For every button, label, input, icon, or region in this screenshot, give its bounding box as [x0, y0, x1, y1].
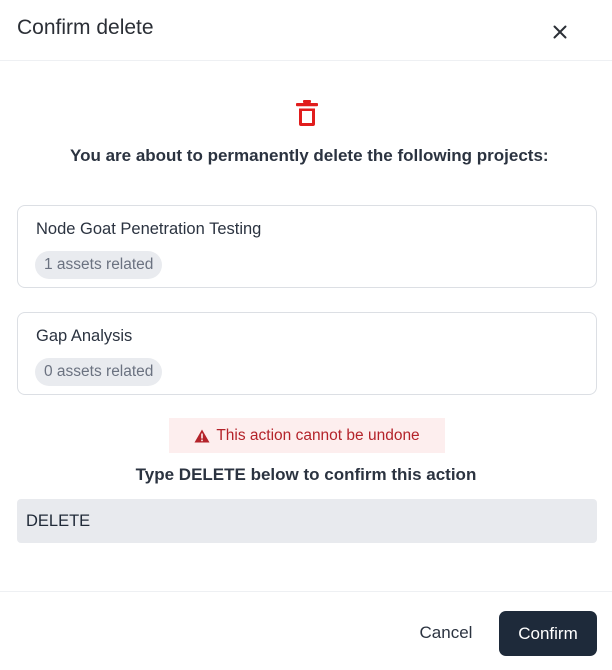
- project-card: Gap Analysis 0 assets related: [17, 312, 597, 395]
- trash-icon: [296, 100, 318, 126]
- dialog-header: Confirm delete: [0, 0, 612, 61]
- warning-text: This action cannot be undone: [216, 426, 420, 444]
- close-button[interactable]: [546, 18, 574, 46]
- cancel-button[interactable]: Cancel: [405, 611, 487, 655]
- assets-badge: 0 assets related: [35, 358, 163, 386]
- project-name: Node Goat Penetration Testing: [36, 220, 262, 238]
- project-name: Gap Analysis: [36, 327, 133, 345]
- close-icon: [553, 25, 567, 39]
- project-card: Node Goat Penetration Testing 1 assets r…: [17, 205, 597, 288]
- dialog-title: Confirm delete: [17, 16, 154, 39]
- confirm-delete-dialog: Confirm delete You are about to permanen…: [0, 0, 612, 670]
- warning-icon: [194, 429, 210, 442]
- undo-warning: This action cannot be undone: [169, 418, 445, 453]
- confirm-button[interactable]: Confirm: [499, 611, 597, 656]
- delete-message: You are about to permanently delete the …: [70, 146, 549, 165]
- confirm-prompt: Type DELETE below to confirm this action: [135, 465, 477, 484]
- assets-badge: 1 assets related: [35, 251, 163, 279]
- dialog-footer: Cancel Confirm: [0, 591, 612, 670]
- confirm-delete-input[interactable]: [17, 499, 597, 543]
